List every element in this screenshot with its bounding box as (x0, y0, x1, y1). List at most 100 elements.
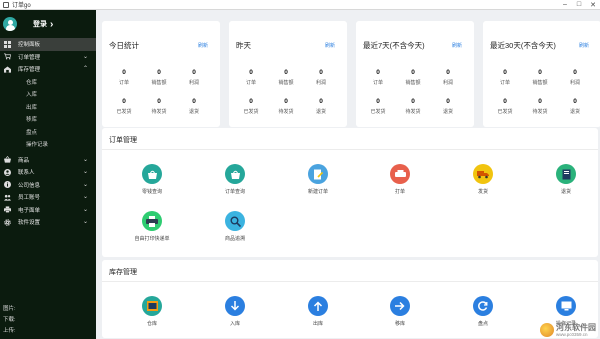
stat-card: 今日统计 刷新 0 订单 0 销售额 0 利润 0 已发货 0 待发货 0 退货 (102, 21, 220, 127)
stat-value: 0 (538, 98, 542, 105)
sidebar-item-e-waybill[interactable]: 电子面单 ⌄ (0, 204, 96, 217)
panel-title: 订单管理 (109, 137, 137, 144)
search-bag-icon (142, 164, 162, 184)
login-button[interactable]: 登录 (33, 19, 47, 29)
sidebar-item-label: 公司信息 (18, 182, 41, 189)
tile-warehouse[interactable]: 仓库 (122, 296, 182, 327)
stat-value: 0 (122, 69, 126, 76)
stat-cell: 0 待发货 (398, 98, 428, 115)
arrow-up-icon (308, 296, 328, 316)
sidebar-item-stock[interactable]: 库存管理 ⌃ (0, 63, 96, 76)
sidebar-subitem-transfer[interactable]: 移库 (0, 113, 96, 126)
tile-label: 自由打印快递单 (134, 236, 170, 242)
tile-label: 商品追溯 (224, 236, 245, 242)
stat-value: 0 (573, 69, 577, 76)
sidebar-subitem-inventory-check[interactable]: 盘点 (0, 126, 96, 139)
tile-refresh[interactable]: 盘点 (453, 296, 513, 327)
chevron-down-icon: ⌄ (82, 194, 88, 200)
chevron-down-icon: ⌄ (82, 219, 88, 225)
stat-label: 利润 (315, 80, 326, 86)
maximize-button[interactable]: □ (572, 0, 586, 10)
refresh-link[interactable]: 刷新 (198, 42, 208, 49)
footer-upload-label: 上传: (3, 328, 16, 334)
stat-value: 0 (284, 98, 288, 105)
sidebar-item-settings[interactable]: 软件设置 ⌄ (0, 216, 96, 229)
tile-search-bag[interactable]: 订单查询 (205, 164, 265, 195)
stat-card: 最近30天(不含今天) 刷新 0 订单 0 销售额 0 利润 0 已发货 0 待发货 0 退货 (483, 21, 600, 127)
staff-icon (4, 194, 11, 201)
stat-cell: 0 利润 (179, 69, 209, 86)
sidebar-item-staff-accounts[interactable]: 员工账号 ⌄ (0, 191, 96, 204)
new-order-icon (308, 164, 328, 184)
stat-value: 0 (446, 98, 450, 105)
chevron-right-icon[interactable]: › (50, 19, 53, 30)
stat-value: 0 (376, 98, 380, 105)
tile-label: 仓库 (146, 321, 157, 327)
refresh-link[interactable]: 刷新 (325, 42, 335, 49)
avatar[interactable] (3, 17, 17, 31)
tile-arrow-up[interactable]: 出库 (288, 296, 348, 327)
tile-label: 盘点 (477, 321, 488, 327)
stat-label: 退货 (442, 109, 453, 115)
tile-arrow-down[interactable]: 入库 (205, 296, 265, 327)
order-management-panel: 订单管理 零钱查询 订单查询 新建订单 打单 发货 退货自由打印快递单 商品追溯 (102, 128, 598, 257)
panel-title: 库存管理 (109, 269, 137, 276)
refresh-link[interactable]: 刷新 (579, 42, 589, 49)
stat-label: 订单 (245, 80, 256, 86)
watermark-url: www.pc0359.cn (556, 332, 588, 337)
tile-trace[interactable]: 商品追溯 (205, 211, 265, 242)
stat-cell: 0 订单 (490, 69, 520, 86)
stat-label: 待发货 (532, 109, 548, 115)
sidebar-footer: 图片: 下载: 上传: (3, 304, 16, 337)
basket-icon (4, 156, 11, 163)
stat-value: 0 (376, 69, 380, 76)
stat-cell: 0 销售额 (271, 69, 301, 86)
title-bar: 订单go – □ ✕ (0, 0, 600, 10)
sidebar-subitem-operation-log[interactable]: 操作记录 (0, 138, 96, 151)
warehouse-icon (142, 296, 162, 316)
sidebar-item-company-info[interactable]: 公司信息 ⌄ (0, 179, 96, 192)
tile-new-order[interactable]: 新建订单 (288, 164, 348, 195)
gear-icon (4, 218, 11, 226)
sidebar-item-label: 电子面单 (18, 207, 41, 214)
sidebar-item-label: 商品 (18, 157, 30, 164)
tile-label: 移库 (394, 321, 405, 327)
tile-search-bag[interactable]: 零钱查询 (122, 164, 182, 195)
stat-label: 已发货 (116, 109, 132, 115)
watermark-logo-icon (540, 323, 554, 337)
stat-label: 待发货 (278, 109, 294, 115)
stat-label: 利润 (188, 80, 199, 86)
tile-printer[interactable]: 自由打印快递单 (122, 211, 182, 242)
tile-return[interactable]: 退货 (536, 164, 596, 195)
sidebar-item-products[interactable]: 商品 ⌄ (0, 154, 96, 167)
stat-cell: 0 待发货 (144, 98, 174, 115)
chevron-down-icon: ⌄ (82, 53, 88, 60)
cart-icon (4, 53, 11, 60)
sidebar-item-orders[interactable]: 订单管理 ⌄ (0, 51, 96, 64)
stat-label: 订单 (372, 80, 383, 86)
stat-label: 已发货 (243, 109, 259, 115)
tile-print-order[interactable]: 打单 (370, 164, 430, 195)
sidebar-item-contacts[interactable]: 联系人 ⌄ (0, 166, 96, 179)
stat-cell: 0 已发货 (109, 98, 139, 115)
stat-value: 0 (411, 69, 415, 76)
stat-cell: 0 销售额 (525, 69, 555, 86)
stat-label: 退货 (315, 109, 326, 115)
stat-cell: 0 待发货 (525, 98, 555, 115)
sidebar-item-dashboard[interactable]: 控制面板 (0, 38, 96, 51)
close-button[interactable]: ✕ (586, 0, 600, 10)
refresh-link[interactable]: 刷新 (452, 42, 462, 49)
stat-value: 0 (157, 98, 161, 105)
stat-card-title: 昨天 (236, 41, 251, 50)
minimize-button[interactable]: – (558, 0, 572, 10)
tile-truck[interactable]: 发货 (453, 164, 513, 195)
sidebar-subitem-stock-in[interactable]: 入库 (0, 88, 96, 101)
sidebar-subitem-warehouse[interactable]: 仓库 (0, 76, 96, 89)
footer-image-label: 图片: (3, 306, 16, 312)
sidebar-item-label: 控制面板 (18, 42, 41, 49)
tile-label: 打单 (394, 189, 405, 195)
stat-value: 0 (503, 69, 507, 76)
tile-arrow-right[interactable]: 移库 (370, 296, 430, 327)
sidebar-subitem-stock-out[interactable]: 出库 (0, 101, 96, 114)
stat-value: 0 (284, 69, 288, 76)
